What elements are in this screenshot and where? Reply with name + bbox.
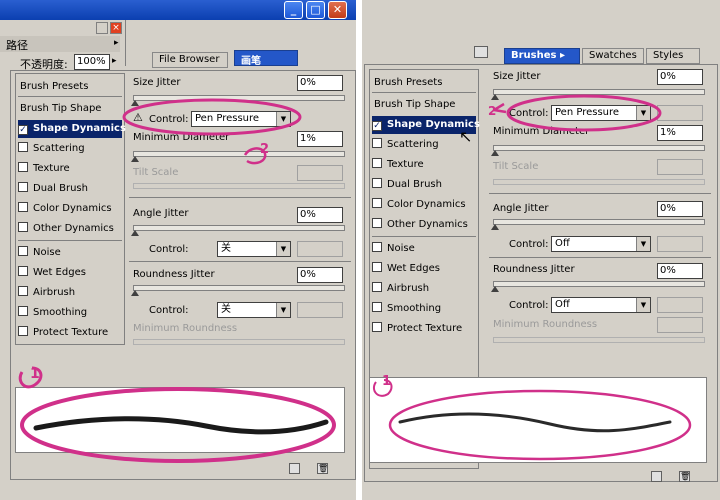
annotation-number-1: 1: [382, 374, 392, 389]
right-screenshot: Brushes ▸ Swatches Styles Brush Presets …: [362, 0, 720, 500]
annotation-number-1: 1: [30, 366, 40, 382]
annotation-number-2: 2: [488, 104, 497, 118]
annotation-overlay: [372, 94, 692, 461]
annotation-number-2: 2: [260, 142, 270, 157]
annotation-overlay: [18, 98, 336, 463]
left-screenshot: _ □ ✕ × 路径 ▸ 不透明度: 100% ▸ File Browser 画…: [0, 0, 356, 500]
